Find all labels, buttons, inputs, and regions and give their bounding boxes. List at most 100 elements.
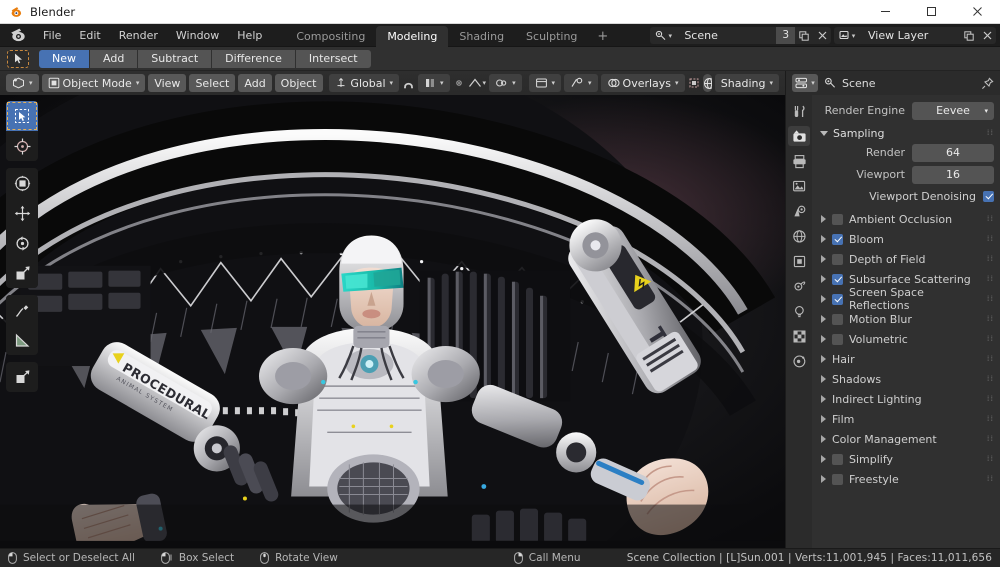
transform-orientation-dropdown[interactable]: Global ▾ xyxy=(329,74,400,92)
scene-browse-button[interactable]: ▾ xyxy=(650,27,677,44)
menu-edit[interactable]: Edit xyxy=(70,27,109,44)
tool-measure[interactable] xyxy=(6,325,38,355)
properties-tab-particles[interactable] xyxy=(788,351,810,371)
tool-scale[interactable] xyxy=(6,258,38,288)
properties-tab-object[interactable] xyxy=(788,251,810,271)
xray-toggle-button[interactable] xyxy=(688,74,700,92)
select-mode-intersect[interactable]: Intersect xyxy=(295,49,371,68)
motion-blur-checkbox[interactable] xyxy=(832,313,843,325)
tool-move[interactable] xyxy=(6,198,38,228)
properties-tab-output[interactable] xyxy=(788,151,810,171)
pin-button[interactable] xyxy=(981,76,994,90)
shading-wireframe-button[interactable] xyxy=(703,74,712,92)
section-depth-of-field[interactable]: Depth of Field ⁞⁞ xyxy=(818,249,994,269)
gizmo-dropdown[interactable]: ▾ xyxy=(564,74,598,92)
workspace-tab-modeling[interactable]: Modeling xyxy=(376,25,449,47)
triangle-right-icon xyxy=(821,315,826,323)
workspace-tab-compositing[interactable]: Compositing xyxy=(285,26,376,47)
tool-rotate[interactable] xyxy=(6,228,38,258)
viewlayer-name[interactable]: View Layer xyxy=(860,27,960,44)
tool-annotate[interactable] xyxy=(6,295,38,325)
section-indirect-lighting[interactable]: Indirect Lighting ⁞⁞ xyxy=(818,389,994,409)
viewport-menu-object[interactable]: Object xyxy=(274,74,323,92)
select-mode-new[interactable]: New xyxy=(39,49,90,68)
properties-tab-view-layer[interactable] xyxy=(788,176,810,196)
viewlayer-remove-button[interactable] xyxy=(978,27,996,44)
properties-tab-modifiers[interactable] xyxy=(788,276,810,296)
add-workspace-button[interactable]: + xyxy=(588,26,617,47)
viewlayer-new-button[interactable] xyxy=(960,27,978,44)
viewport-menu-add[interactable]: Add xyxy=(238,74,272,92)
object-mode-dropdown[interactable]: Object Mode ▾ xyxy=(41,74,146,92)
tool-add-cube[interactable] xyxy=(6,362,38,392)
render-engine-dropdown[interactable]: Eevee ▾ xyxy=(912,101,994,120)
select-mode-difference[interactable]: Difference xyxy=(212,49,296,68)
falloff-dropdown[interactable]: ▾ xyxy=(468,74,486,92)
select-mode-add[interactable]: Add xyxy=(90,49,139,68)
menu-render[interactable]: Render xyxy=(110,27,167,44)
properties-editor-type-button[interactable]: ▾ xyxy=(792,74,818,92)
section-shadows[interactable]: Shadows ⁞⁞ xyxy=(818,369,994,389)
section-motion-blur[interactable]: Motion Blur ⁞⁞ xyxy=(818,309,994,329)
ambient-occlusion-checkbox[interactable] xyxy=(832,213,843,225)
subsurface-scattering-checkbox[interactable] xyxy=(832,273,843,285)
scene-users-count[interactable]: 3 xyxy=(776,27,795,44)
minimize-button[interactable] xyxy=(862,0,908,24)
menu-help[interactable]: Help xyxy=(228,27,271,44)
snap-toggle-button[interactable] xyxy=(402,74,415,92)
viewport-menu-select[interactable]: Select xyxy=(189,74,236,92)
blender-menu-logo-icon[interactable] xyxy=(8,27,28,43)
scene-unlink-button[interactable] xyxy=(813,27,831,44)
maximize-button[interactable] xyxy=(908,0,954,24)
scene-name[interactable]: Scene xyxy=(676,27,777,44)
menu-window[interactable]: Window xyxy=(167,27,228,44)
properties-tab-texture[interactable] xyxy=(788,326,810,346)
section-bloom[interactable]: Bloom ⁞⁞ xyxy=(818,229,994,249)
section-film[interactable]: Film ⁞⁞ xyxy=(818,409,994,429)
tool-select-box[interactable] xyxy=(6,101,38,131)
section-simplify[interactable]: Simplify ⁞⁞ xyxy=(818,449,994,469)
object-visibility-dropdown[interactable]: ▾ xyxy=(528,74,562,92)
properties-tab-scene[interactable] xyxy=(788,201,810,221)
workspace-tab-shading[interactable]: Shading xyxy=(448,26,515,47)
section-volumetric[interactable]: Volumetric ⁞⁞ xyxy=(818,329,994,349)
viewport-canvas[interactable]: TN xyxy=(0,95,785,548)
properties-tab-tool[interactable] xyxy=(788,101,810,121)
section-freestyle[interactable]: Freestyle ⁞⁞ xyxy=(818,469,994,489)
properties-tab-world[interactable] xyxy=(788,226,810,246)
volumetric-checkbox[interactable] xyxy=(832,333,843,345)
screen-space-reflections-checkbox[interactable] xyxy=(832,293,843,305)
scene-new-button[interactable] xyxy=(795,27,813,44)
section-ambient-occlusion[interactable]: Ambient Occlusion ⁞⁞ xyxy=(818,209,994,229)
sampling-viewport-value-field[interactable]: 16 xyxy=(912,165,994,184)
depth-of-field-checkbox[interactable] xyxy=(832,253,843,265)
section-color-management[interactable]: Color Management ⁞⁞ xyxy=(818,429,994,449)
viewlayer-browse-button[interactable]: ▾ xyxy=(834,27,860,44)
bloom-checkbox[interactable] xyxy=(832,233,843,245)
sampling-render-value-field[interactable]: 64 xyxy=(912,143,994,162)
viewport-menu-view[interactable]: View xyxy=(148,74,187,92)
select-mode-subtract[interactable]: Subtract xyxy=(138,49,213,68)
mirror-options-dropdown[interactable]: ▾ xyxy=(489,74,522,92)
tool-tweak-transform[interactable] xyxy=(6,168,38,198)
sampling-section-header[interactable]: Sampling ⁞⁞ xyxy=(818,123,994,143)
simplify-checkbox[interactable] xyxy=(832,453,843,465)
properties-tab-object-data[interactable] xyxy=(788,301,810,321)
editor-type-button[interactable]: ▾ xyxy=(6,74,39,92)
snap-options-dropdown[interactable]: ▾ xyxy=(418,74,450,92)
workspace-tab-sculpting[interactable]: Sculpting xyxy=(515,26,588,47)
freestyle-checkbox[interactable] xyxy=(832,473,843,485)
proportional-edit-button[interactable] xyxy=(453,74,465,92)
menu-file[interactable]: File xyxy=(34,27,70,44)
properties-tab-render[interactable] xyxy=(788,126,810,146)
tool-cursor[interactable] xyxy=(6,131,38,161)
section-hair[interactable]: Hair ⁞⁞ xyxy=(818,349,994,369)
shading-popover-button[interactable]: Shading ▾ xyxy=(714,74,779,92)
active-tool-icon-box[interactable] xyxy=(7,49,29,68)
close-button[interactable] xyxy=(954,0,1000,24)
add-cube-icon xyxy=(16,369,29,383)
overlays-dropdown[interactable]: Overlays ▾ xyxy=(600,74,685,92)
viewport-denoising-checkbox[interactable] xyxy=(983,191,994,202)
section-screen-space-reflections[interactable]: Screen Space Reflections ⁞⁞ xyxy=(818,286,994,312)
blender-logo-icon xyxy=(11,6,22,17)
